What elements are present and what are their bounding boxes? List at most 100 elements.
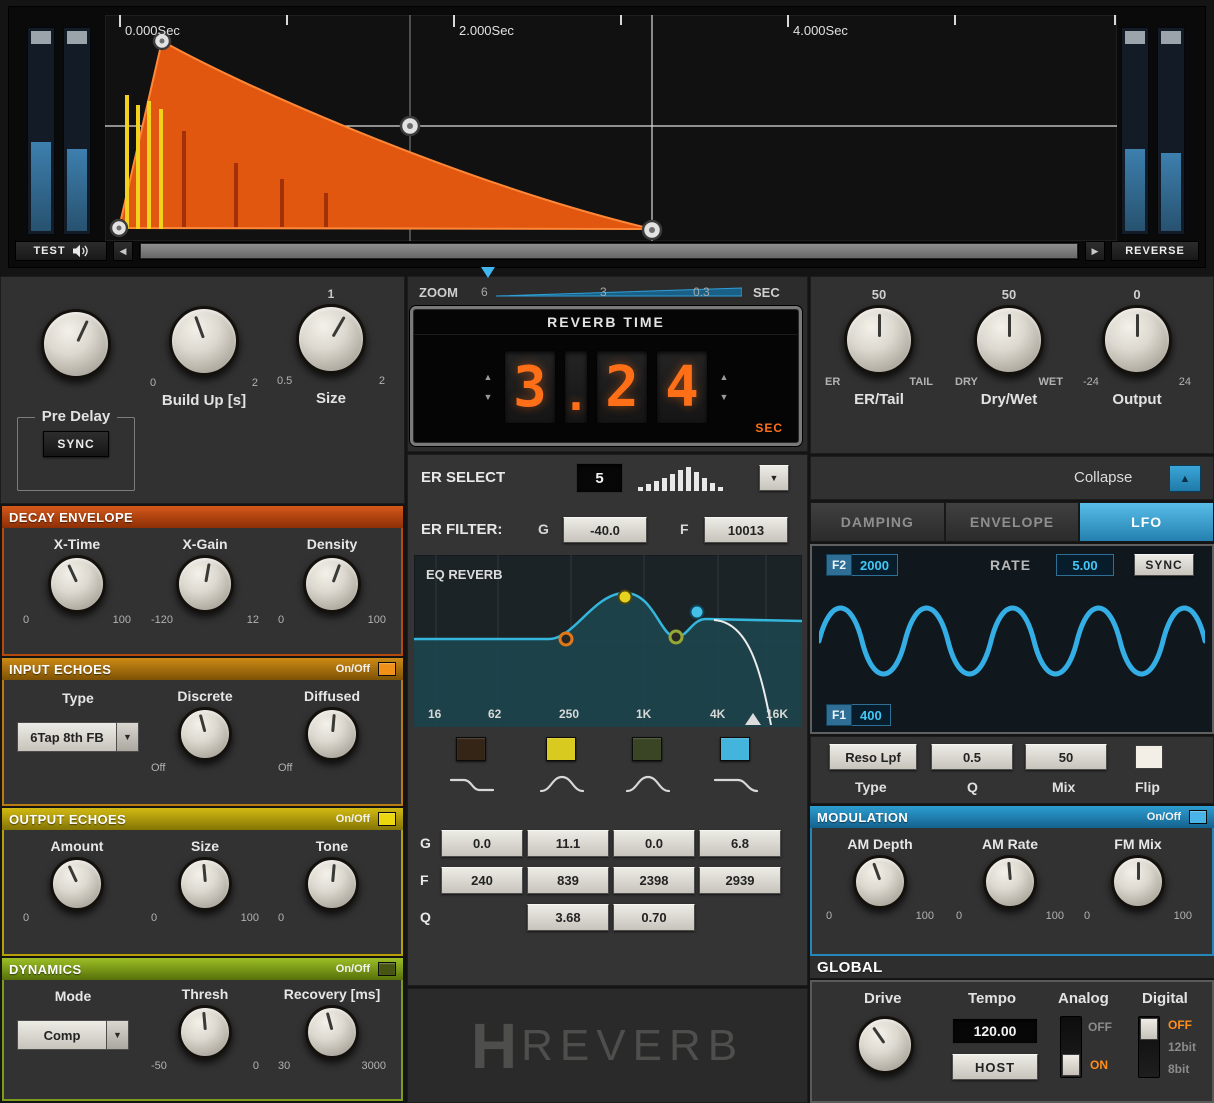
analog-off-label[interactable]: OFF [1088, 1020, 1112, 1034]
x-gain-knob[interactable] [176, 555, 234, 613]
tab-damping[interactable]: DAMPING [810, 502, 945, 542]
eq-g3[interactable]: 0.0 [613, 830, 695, 857]
er-tail-knob[interactable] [844, 305, 914, 375]
tempo-value[interactable]: 120.00 [952, 1018, 1038, 1044]
er-filter-gain-value[interactable]: -40.0 [563, 517, 647, 543]
dynamics-onoff-led[interactable] [378, 962, 396, 976]
reverb-time-up-button[interactable]: ▲ [480, 370, 496, 384]
eq-f2[interactable]: 839 [527, 867, 609, 894]
eq-band3-node[interactable] [668, 629, 684, 645]
scroll-right-button[interactable]: ▶ [1085, 241, 1105, 261]
eq-band4-node[interactable] [689, 604, 705, 620]
reverb-time-up-button-2[interactable]: ▲ [716, 370, 732, 384]
lfo-rate-value[interactable]: 5.00 [1056, 554, 1114, 576]
low-shelf-icon[interactable] [448, 773, 496, 797]
chevron-down-icon[interactable]: ▼ [107, 1020, 129, 1050]
eq-band2-node[interactable] [617, 589, 633, 605]
lfo-f2-chip[interactable]: F2 2000 [826, 554, 898, 576]
discrete-knob[interactable] [178, 707, 232, 761]
mode-dropdown[interactable]: Comp ▼ [17, 1020, 129, 1050]
eq-f1[interactable]: 240 [441, 867, 523, 894]
input-echo-type-dropdown[interactable]: 6Tap 8th FB ▼ [17, 722, 139, 752]
input-echoes-onoff-led[interactable] [378, 662, 396, 676]
filter-type-dropdown[interactable]: Reso Lpf [829, 744, 917, 770]
x-time-max: 100 [112, 614, 131, 626]
eq-band4-swatch[interactable] [720, 737, 750, 761]
collapse-button[interactable]: ▲ [1169, 465, 1201, 492]
drive-knob[interactable] [856, 1016, 914, 1074]
am-rate-knob[interactable] [983, 855, 1037, 909]
er-select-dropdown-button[interactable]: ▼ [759, 465, 789, 491]
er-filter-freq-value[interactable]: 10013 [704, 517, 788, 543]
reverb-time-digit-3[interactable]: 4 [656, 350, 708, 424]
analog-on-label[interactable]: ON [1090, 1058, 1108, 1072]
output-knob[interactable] [1102, 305, 1172, 375]
eq-reverb-graph[interactable]: EQ REVERB 16 62 250 1K 4K 16K [414, 555, 802, 727]
envelope-graph[interactable]: 0.000Sec 2.000Sec 4.000Sec [105, 15, 1117, 241]
digital-toggle-thumb[interactable] [1140, 1018, 1158, 1040]
digital-toggle[interactable] [1138, 1016, 1160, 1078]
er-select-value[interactable]: 5 [576, 463, 623, 493]
reverb-time-down-button-2[interactable]: ▼ [716, 390, 732, 404]
high-cut-icon[interactable] [712, 773, 760, 797]
modulation-onoff-led[interactable] [1189, 810, 1207, 824]
reverb-time-digit-1[interactable]: 3 [504, 350, 556, 424]
scrollbar-thumb[interactable] [141, 244, 1077, 258]
bell-filter-icon-2[interactable] [624, 773, 672, 797]
lfo-f2-value[interactable]: 2000 [852, 554, 898, 576]
eq-g1[interactable]: 0.0 [441, 830, 523, 857]
dry-wet-knob[interactable] [974, 305, 1044, 375]
tone-knob[interactable] [305, 857, 359, 911]
test-button[interactable]: TEST [15, 241, 107, 261]
reverse-button[interactable]: REVERSE [1111, 241, 1199, 261]
reverb-time-down-button[interactable]: ▼ [480, 390, 496, 404]
filter-flip-swatch[interactable] [1135, 745, 1163, 769]
eq-q2[interactable]: 3.68 [527, 904, 609, 931]
bell-filter-icon[interactable] [538, 773, 586, 797]
eq-g2[interactable]: 11.1 [527, 830, 609, 857]
eq-f4[interactable]: 2939 [699, 867, 781, 894]
host-button[interactable]: HOST [952, 1054, 1038, 1080]
build-up-knob[interactable] [169, 306, 239, 376]
reverb-time-digit-2[interactable]: 2 [596, 350, 648, 424]
tab-envelope[interactable]: ENVELOPE [944, 502, 1080, 542]
recovery-knob[interactable] [305, 1005, 359, 1059]
x-time-knob[interactable] [48, 555, 106, 613]
pre-delay-knob[interactable] [41, 309, 111, 379]
digital-12bit-label[interactable]: 12bit [1168, 1040, 1196, 1054]
size-knob[interactable] [296, 304, 366, 374]
scroll-left-button[interactable]: ◀ [113, 241, 133, 261]
analog-toggle-thumb[interactable] [1062, 1054, 1080, 1076]
tab-lfo[interactable]: LFO [1079, 502, 1214, 542]
eq-g4[interactable]: 6.8 [699, 830, 781, 857]
eq-band2-swatch[interactable] [546, 737, 576, 761]
lfo-rate-chip[interactable]: 5.00 [1056, 554, 1114, 576]
envelope-scrollbar[interactable] [139, 242, 1079, 260]
chevron-down-icon[interactable]: ▼ [117, 722, 139, 752]
am-depth-knob[interactable] [853, 855, 907, 909]
amount-knob[interactable] [50, 857, 104, 911]
dry-wet-max: WET [1038, 376, 1063, 388]
eq-q3[interactable]: 0.70 [613, 904, 695, 931]
diffused-knob[interactable] [305, 707, 359, 761]
eq-band1-swatch[interactable] [456, 737, 486, 761]
lfo-sync-button[interactable]: SYNC [1134, 554, 1194, 576]
echo-size-knob[interactable] [178, 857, 232, 911]
output-echoes-onoff-led[interactable] [378, 812, 396, 826]
lfo-f1-chip[interactable]: F1 400 [826, 704, 891, 726]
thresh-knob[interactable] [178, 1005, 232, 1059]
eq-f3[interactable]: 2398 [613, 867, 695, 894]
digital-8bit-label[interactable]: 8bit [1168, 1062, 1189, 1076]
meter-clip-led [31, 31, 51, 44]
pre-delay-sync-button[interactable]: SYNC [43, 431, 109, 457]
eq-band1-node[interactable] [558, 631, 574, 647]
eq-band3-swatch[interactable] [632, 737, 662, 761]
filter-mix-value[interactable]: 50 [1025, 744, 1107, 770]
analog-toggle[interactable] [1060, 1016, 1082, 1078]
digital-off-label[interactable]: OFF [1168, 1018, 1192, 1032]
zoom-slider-thumb[interactable] [481, 267, 495, 278]
density-knob[interactable] [303, 555, 361, 613]
lfo-f1-value[interactable]: 400 [852, 704, 891, 726]
filter-q-value[interactable]: 0.5 [931, 744, 1013, 770]
fm-mix-knob[interactable] [1111, 855, 1165, 909]
